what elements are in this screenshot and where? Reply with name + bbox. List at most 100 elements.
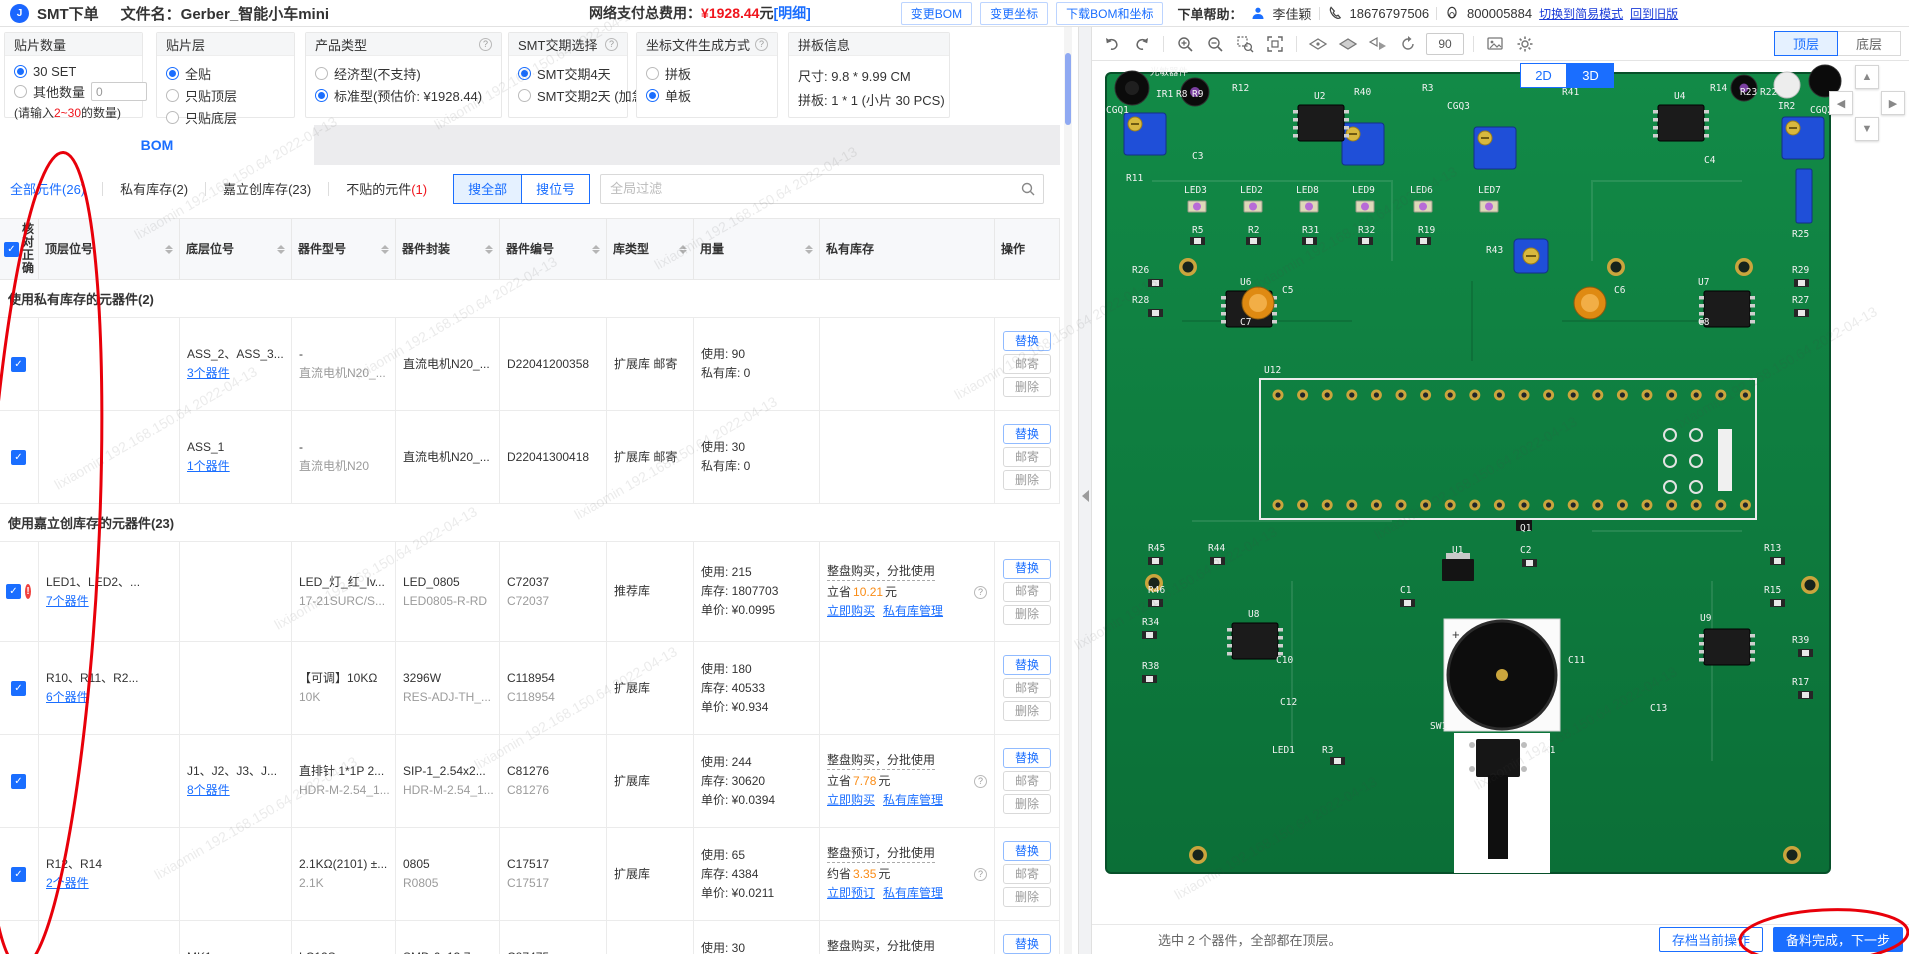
nav-down-button[interactable]: ▼ (1855, 117, 1879, 141)
filter-all-components[interactable]: 全部元件(26) (10, 179, 85, 198)
zoom-fit-button[interactable] (1263, 32, 1287, 56)
qty-other-input[interactable] (91, 82, 147, 101)
mail-button[interactable]: 邮寄 (1003, 582, 1051, 602)
buy-now-link[interactable]: 立即购买 (827, 791, 875, 810)
refs-count-link[interactable]: 2个器件 (46, 874, 172, 893)
private-lib-manage-link[interactable]: 私有库管理 (883, 602, 943, 621)
bottom-layer-button[interactable]: 底层 (1838, 31, 1901, 56)
delete-button[interactable]: 删除 (1003, 605, 1051, 625)
help-question-icon[interactable]: ? (974, 775, 987, 788)
delete-button[interactable]: 删除 (1003, 701, 1051, 721)
tab-bom[interactable]: BOM (0, 125, 314, 165)
header-top-refs[interactable]: 顶层位号 (39, 219, 180, 280)
nav-up-button[interactable]: ▲ (1855, 65, 1879, 89)
redo-button[interactable] (1130, 32, 1154, 56)
settings-gear-icon[interactable] (1513, 32, 1537, 56)
replace-button[interactable]: 替换 (1003, 655, 1051, 675)
simple-mode-link[interactable]: 切换到简易模式 (1539, 5, 1623, 22)
ptype-option-standard[interactable]: 标准型(预估价: ¥1928.44) (315, 86, 492, 105)
delete-button[interactable]: 删除 (1003, 887, 1051, 907)
snapshot-icon[interactable] (1483, 32, 1507, 56)
filter-private-stock[interactable]: 私有库存(2) (120, 179, 188, 198)
layer-option-all[interactable]: 全贴 (166, 64, 285, 83)
change-bom-button[interactable]: 变更BOM (901, 2, 972, 25)
help-question-icon[interactable]: ? (479, 38, 492, 51)
board-flip-button[interactable] (1366, 32, 1390, 56)
delete-button[interactable]: 删除 (1003, 377, 1051, 397)
old-version-link[interactable]: 回到旧版 (1630, 5, 1678, 22)
row-checkbox[interactable] (11, 450, 26, 465)
search-all-toggle[interactable]: 搜全部 (453, 174, 522, 204)
nav-right-button[interactable]: ▶ (1881, 91, 1905, 115)
header-part-number[interactable]: 器件编号 (500, 219, 607, 280)
row-checkbox[interactable] (11, 867, 26, 882)
pcb-canvas[interactable]: 2D 3D ▲ ◀ ▶ ▼ (1092, 61, 1909, 924)
mail-button[interactable]: 邮寄 (1003, 354, 1051, 374)
help-question-icon[interactable]: ? (974, 586, 987, 599)
refs-count-link[interactable]: 8个器件 (187, 781, 284, 800)
row-checkbox[interactable] (11, 357, 26, 372)
private-lib-manage-link[interactable]: 私有库管理 (883, 791, 943, 810)
next-step-button[interactable]: 备料完成，下一步 (1773, 927, 1903, 952)
board-top-view-button[interactable] (1306, 32, 1330, 56)
undo-button[interactable] (1100, 32, 1124, 56)
header-model[interactable]: 器件型号 (292, 219, 396, 280)
row-checkbox[interactable] (6, 584, 21, 599)
row-checkbox[interactable] (11, 681, 26, 696)
filter-not-placed[interactable]: 不贴的元件(1) (346, 179, 427, 198)
fee-detail-link[interactable]: [明细] (773, 3, 810, 23)
mode-2d-button[interactable]: 2D (1520, 63, 1567, 88)
board-bottom-view-button[interactable] (1336, 32, 1360, 56)
layer-option-top[interactable]: 只贴顶层 (166, 86, 285, 105)
panel-collapse-handle[interactable] (1078, 27, 1092, 954)
coord-option-panel[interactable]: 拼板 (646, 64, 768, 83)
select-all-checkbox[interactable] (4, 242, 19, 257)
zoom-window-button[interactable] (1233, 32, 1257, 56)
search-icon[interactable] (1020, 181, 1036, 202)
radio-on-icon[interactable] (14, 65, 27, 78)
mode-3d-button[interactable]: 3D (1567, 63, 1614, 88)
pcb-board-render[interactable]: + 光敏器件IR1R8R9CGQ1R12R40R3CGQ3R41R14R23R2… (1092, 61, 1909, 924)
help-question-icon[interactable]: ? (605, 38, 618, 51)
refs-count-link[interactable]: 7个器件 (46, 592, 172, 611)
refs-count-link[interactable]: 3个器件 (187, 364, 284, 383)
replace-button[interactable]: 替换 (1003, 841, 1051, 861)
filter-jlc-stock[interactable]: 嘉立创库存(23) (223, 179, 311, 198)
qty-option-other[interactable]: 其他数量 (14, 82, 133, 101)
lead-option-2days[interactable]: SMT交期2天 (加急) (518, 86, 618, 105)
nav-left-button[interactable]: ◀ (1829, 91, 1853, 115)
coord-option-single[interactable]: 单板 (646, 86, 768, 105)
buy-now-link[interactable]: 立即购买 (827, 602, 875, 621)
bom-panel-scrollbar[interactable] (1064, 27, 1072, 954)
help-question-icon[interactable]: ? (755, 38, 768, 51)
replace-button[interactable]: 替换 (1003, 934, 1051, 954)
global-filter-input[interactable] (600, 174, 1044, 204)
private-lib-manage-link[interactable]: 私有库管理 (883, 884, 943, 903)
refs-count-link[interactable]: 1个器件 (187, 457, 284, 476)
lead-option-4days[interactable]: SMT交期4天 (518, 64, 618, 83)
ptype-option-economy[interactable]: 经济型(不支持) (315, 64, 492, 83)
change-coord-button[interactable]: 变更坐标 (980, 2, 1048, 25)
replace-button[interactable]: 替换 (1003, 559, 1051, 579)
mail-button[interactable]: 邮寄 (1003, 447, 1051, 467)
header-usage[interactable]: 用量 (694, 219, 820, 280)
header-lib-type[interactable]: 库类型 (607, 219, 694, 280)
buy-now-link[interactable]: 立即预订 (827, 884, 875, 903)
header-bottom-refs[interactable]: 底层位号 (180, 219, 292, 280)
zoom-out-button[interactable] (1203, 32, 1227, 56)
board-rotate-button[interactable] (1396, 32, 1420, 56)
replace-button[interactable]: 替换 (1003, 424, 1051, 444)
zoom-in-button[interactable] (1173, 32, 1197, 56)
qty-option-30set[interactable]: 30 SET (14, 64, 133, 79)
download-bom-coord-button[interactable]: 下载BOM和坐标 (1056, 2, 1163, 25)
replace-button[interactable]: 替换 (1003, 331, 1051, 351)
mail-button[interactable]: 邮寄 (1003, 864, 1051, 884)
rotation-angle-input[interactable] (1426, 33, 1464, 55)
radio-off-icon[interactable] (14, 85, 27, 98)
mail-button[interactable]: 邮寄 (1003, 771, 1051, 791)
refs-count-link[interactable]: 6个器件 (46, 688, 172, 707)
row-checkbox[interactable] (11, 774, 26, 789)
header-package[interactable]: 器件封装 (396, 219, 500, 280)
archive-operation-button[interactable]: 存档当前操作 (1659, 927, 1763, 952)
delete-button[interactable]: 删除 (1003, 470, 1051, 490)
